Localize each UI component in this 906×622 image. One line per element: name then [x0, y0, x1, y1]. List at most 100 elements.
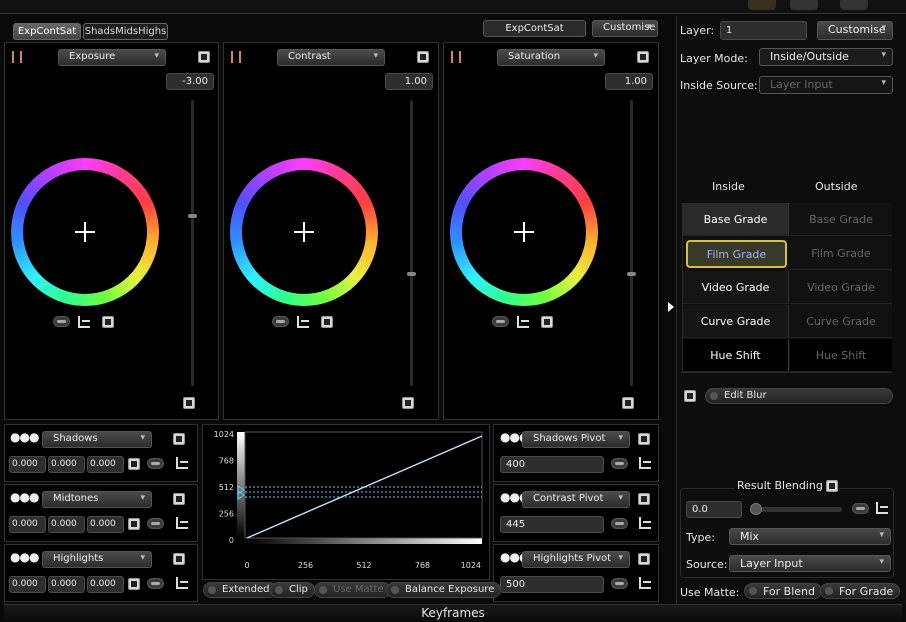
- shadows-reset-icon[interactable]: [173, 433, 185, 445]
- outside-base-grade-button[interactable]: Base Grade: [790, 203, 892, 236]
- contrast-pivot-reset-icon[interactable]: [638, 493, 650, 505]
- customise-dropdown[interactable]: Customise: [592, 20, 658, 37]
- toolbar-icon[interactable]: [790, 0, 818, 10]
- midtones-dropdown[interactable]: Midtones: [42, 491, 152, 508]
- highlights-key-icon[interactable]: [147, 578, 164, 589]
- exposure-reset-icon[interactable]: [198, 51, 210, 63]
- midtones-key-icon[interactable]: [147, 518, 164, 529]
- blend-key-icon[interactable]: [852, 503, 869, 514]
- exposure-slider-knob[interactable]: [188, 214, 197, 219]
- contrast-reset-icon[interactable]: [417, 51, 429, 63]
- saturation-key-icon[interactable]: [492, 316, 509, 327]
- exposure-bottom-reset-icon[interactable]: [183, 397, 195, 409]
- result-blending-icon[interactable]: [826, 480, 838, 492]
- saturation-copy-icon[interactable]: [541, 316, 553, 328]
- keyframes-bar[interactable]: Keyframes: [4, 604, 902, 622]
- blend-slider[interactable]: [752, 507, 842, 512]
- tab-shadsmidshighs[interactable]: ShadsMidsHighs: [83, 23, 168, 40]
- exposure-slider-track[interactable]: [191, 100, 194, 386]
- edit-blur-icon[interactable]: [684, 390, 696, 402]
- inside-base-grade-button[interactable]: Base Grade: [683, 203, 789, 236]
- contrast-bottom-reset-icon[interactable]: [402, 397, 414, 409]
- contrast-pivot-key-icon[interactable]: [611, 518, 628, 529]
- highlights-value-1[interactable]: 0.000: [48, 576, 85, 593]
- extended-button[interactable]: Extended: [203, 582, 277, 598]
- exposure-key-icon[interactable]: [53, 316, 70, 327]
- exposure-menu-icon[interactable]: [12, 51, 22, 63]
- saturation-bottom-reset-icon[interactable]: [622, 397, 634, 409]
- exposure-curve-icon[interactable]: [78, 316, 90, 328]
- shadows-dropdown[interactable]: Shadows: [42, 431, 152, 448]
- contrast-wheel-cursor[interactable]: [294, 222, 314, 242]
- highlights-value-0[interactable]: 0.000: [9, 576, 46, 593]
- edit-blur-button[interactable]: Edit Blur: [705, 388, 893, 404]
- highlights-pivot-curve-icon[interactable]: [639, 577, 651, 589]
- highlights-reset-icon[interactable]: [173, 553, 185, 565]
- saturation-dropdown[interactable]: Saturation: [497, 49, 605, 66]
- blend-value-field[interactable]: 0.0: [686, 501, 742, 518]
- shadows-value-1[interactable]: 0.000: [48, 456, 85, 473]
- clip-button[interactable]: Clip: [270, 582, 315, 598]
- outside-video-grade-button[interactable]: Video Grade: [790, 271, 892, 304]
- blend-curve-icon[interactable]: [876, 502, 888, 514]
- saturation-slider-track[interactable]: [630, 100, 633, 386]
- midtones-value-2[interactable]: 0.000: [87, 516, 124, 533]
- source-dropdown[interactable]: Layer Input: [729, 555, 891, 572]
- inside-film-grade-button[interactable]: Film Grade: [686, 240, 787, 268]
- toolbar-icon[interactable]: [748, 0, 776, 10]
- contrast-pivot-curve-icon[interactable]: [639, 517, 651, 529]
- contrast-curve-icon[interactable]: [297, 316, 309, 328]
- curve-graph[interactable]: 1024 768 512 256 0 0 256 512 768 1024: [202, 424, 490, 580]
- outside-film-grade-button[interactable]: Film Grade: [790, 237, 892, 270]
- contrast-slider-knob[interactable]: [407, 271, 416, 276]
- tab-expcontsat[interactable]: ExpContSat: [13, 23, 81, 40]
- shadows-pivot-dropdown[interactable]: Shadows Pivot: [522, 431, 630, 448]
- shadows-pivot-reset-icon[interactable]: [638, 433, 650, 445]
- shadows-copy-icon[interactable]: [128, 458, 140, 470]
- balance-exposure-button[interactable]: Balance Exposure: [386, 582, 502, 598]
- midtones-dots-icon[interactable]: ●●●: [10, 490, 39, 504]
- shadows-curve-icon[interactable]: [176, 457, 188, 469]
- outside-curve-grade-button[interactable]: Curve Grade: [790, 305, 892, 338]
- contrast-dropdown[interactable]: Contrast: [277, 49, 385, 66]
- contrast-key-icon[interactable]: [272, 316, 289, 327]
- saturation-slider-knob[interactable]: [627, 271, 636, 276]
- midtones-curve-icon[interactable]: [176, 517, 188, 529]
- inside-video-grade-button[interactable]: Video Grade: [683, 271, 789, 304]
- use-matte-button[interactable]: Use Matte: [314, 582, 391, 598]
- exposure-dropdown[interactable]: Exposure: [58, 49, 166, 66]
- contrast-menu-icon[interactable]: [231, 51, 241, 63]
- exposure-wheel-cursor[interactable]: [75, 222, 95, 242]
- exposure-value-field[interactable]: -3.00: [166, 73, 214, 90]
- exposure-copy-icon[interactable]: [102, 316, 114, 328]
- shadows-pivot-value-field[interactable]: 400: [500, 456, 604, 473]
- for-grade-button[interactable]: For Grade: [820, 583, 901, 599]
- for-blend-button[interactable]: For Blend: [744, 583, 823, 599]
- highlights-dropdown[interactable]: Highlights: [42, 551, 152, 568]
- inside-source-dropdown[interactable]: Layer Input: [759, 76, 893, 94]
- blend-slider-handle[interactable]: [750, 503, 762, 515]
- shadows-value-0[interactable]: 0.000: [9, 456, 46, 473]
- contrast-pivot-dropdown[interactable]: Contrast Pivot: [522, 491, 630, 508]
- type-dropdown[interactable]: Mix: [729, 528, 891, 545]
- inside-hue-shift-button[interactable]: Hue Shift: [683, 339, 789, 372]
- midtones-value-0[interactable]: 0.000: [9, 516, 46, 533]
- contrast-copy-icon[interactable]: [321, 316, 333, 328]
- customise-layer-dropdown[interactable]: Customise: [817, 21, 893, 40]
- toolbar-icon[interactable]: [840, 0, 868, 10]
- collapse-arrow[interactable]: [668, 302, 674, 312]
- saturation-reset-icon[interactable]: [637, 51, 649, 63]
- outside-hue-shift-button[interactable]: Hue Shift: [790, 339, 892, 372]
- saturation-value-field[interactable]: 1.00: [605, 73, 653, 90]
- inside-curve-grade-button[interactable]: Curve Grade: [683, 305, 789, 338]
- layer-mode-dropdown[interactable]: Inside/Outside: [759, 48, 893, 66]
- midtones-value-1[interactable]: 0.000: [48, 516, 85, 533]
- saturation-curve-icon[interactable]: [517, 316, 529, 328]
- highlights-value-2[interactable]: 0.000: [87, 576, 124, 593]
- highlights-pivot-dropdown[interactable]: Highlights Pivot: [522, 551, 630, 568]
- contrast-value-field[interactable]: 1.00: [385, 73, 433, 90]
- shadows-key-icon[interactable]: [147, 458, 164, 469]
- contrast-slider-track[interactable]: [410, 100, 413, 386]
- highlights-pivot-reset-icon[interactable]: [638, 553, 650, 565]
- saturation-menu-icon[interactable]: [451, 51, 461, 63]
